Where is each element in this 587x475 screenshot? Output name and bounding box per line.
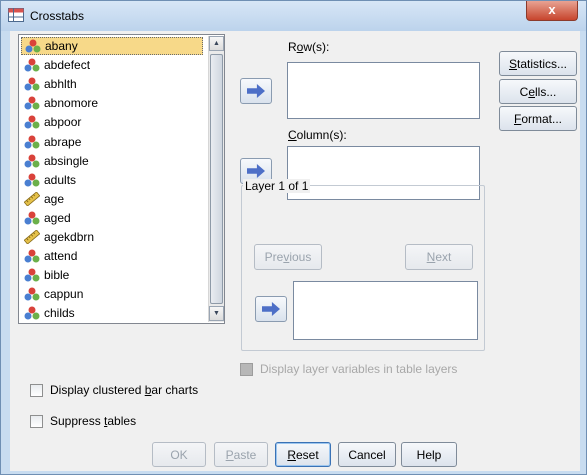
right-arrow-icon [262, 302, 280, 316]
variable-name: abany [45, 39, 78, 53]
variable-name: abrape [44, 134, 82, 149]
variable-name: abnomore [44, 96, 99, 111]
nominal-variable-icon [24, 249, 40, 263]
list-item[interactable]: abrape [21, 133, 203, 151]
statistics-button[interactable]: Statistics... [499, 51, 577, 76]
display-layer-vars-label: Display layer variables in table layers [260, 362, 458, 376]
nominal-variable-icon [24, 211, 40, 225]
variable-name: aged [44, 210, 71, 225]
variable-name: abdefect [44, 58, 91, 73]
reset-button[interactable]: Reset [275, 442, 331, 467]
scale-variable-icon [24, 230, 40, 244]
variable-name: bible [44, 268, 70, 283]
scrollbar-thumb[interactable] [210, 54, 223, 304]
list-item[interactable]: age [21, 190, 203, 208]
variable-name: absingle [44, 153, 89, 168]
list-item[interactable]: abpoor [21, 113, 203, 131]
crosstabs-icon [8, 8, 24, 22]
nominal-variable-icon [24, 77, 40, 91]
close-icon: x [548, 2, 556, 17]
suppress-tables-label: Suppress tables [50, 414, 137, 428]
nominal-variable-icon [24, 96, 40, 110]
list-item[interactable]: agekdbrn [21, 228, 203, 246]
ok-button[interactable]: OK [152, 442, 206, 467]
window-title: Crosstabs [30, 9, 85, 23]
right-arrow-icon [247, 84, 265, 98]
variable-name: attend [44, 249, 78, 264]
rows-label: Row(s): [288, 40, 330, 54]
layer-title: Layer 1 of 1 [243, 179, 311, 193]
vertical-scrollbar[interactable]: ▲ ▼ [208, 36, 224, 322]
list-item[interactable]: adults [21, 171, 203, 189]
variable-name: cappun [44, 287, 84, 302]
nominal-variable-icon [24, 268, 40, 282]
right-arrow-icon [247, 164, 265, 178]
crosstabs-dialog: Crosstabs x childs cappun bible attend agekd… [0, 0, 587, 475]
scroll-up-icon[interactable]: ▲ [209, 36, 224, 51]
help-button[interactable]: Help [401, 442, 457, 467]
layer-field[interactable] [293, 281, 478, 340]
nominal-variable-icon [24, 115, 40, 129]
list-item[interactable]: childs [21, 304, 203, 322]
list-item[interactable]: abnomore [21, 94, 203, 112]
clustered-bar-charts-label: Display clustered bar charts [50, 383, 199, 397]
variable-name: agekdbrn [44, 230, 95, 244]
nominal-variable-icon [24, 135, 40, 148]
suppress-tables-checkbox[interactable] [30, 415, 43, 428]
previous-button[interactable]: Pre v ious [254, 244, 322, 270]
list-item[interactable]: bible [21, 266, 203, 284]
variable-list[interactable]: childs cappun bible attend agekdbrn aged age ad… [18, 34, 225, 324]
nominal-variable-icon [24, 154, 40, 168]
cancel-button[interactable]: Cancel [338, 442, 396, 467]
list-item[interactable]: aged [21, 209, 203, 227]
title-bar[interactable]: Crosstabs x [1, 1, 586, 31]
paste-button[interactable]: Paste [214, 442, 268, 467]
rows-field[interactable] [287, 62, 480, 119]
display-layer-vars-checkbox[interactable] [240, 363, 253, 376]
move-to-rows-button[interactable] [240, 78, 272, 104]
format-button[interactable]: Format... [499, 106, 577, 131]
nominal-variable-icon [24, 58, 40, 72]
scroll-down-icon[interactable]: ▼ [209, 306, 224, 321]
nominal-variable-icon [24, 173, 40, 187]
list-item[interactable]: cappun [21, 285, 203, 303]
move-to-layer-button[interactable] [255, 296, 287, 322]
variable-name: childs [44, 306, 75, 321]
columns-label: Column(s): [288, 128, 347, 142]
nominal-variable-icon [24, 306, 40, 320]
list-item[interactable]: absingle [21, 152, 203, 170]
variable-name: age [44, 191, 65, 206]
list-item[interactable]: abdefect [21, 56, 203, 74]
clustered-bar-charts-checkbox[interactable] [30, 384, 43, 397]
nominal-variable-icon [25, 39, 41, 53]
variable-name: abhlth [44, 77, 77, 92]
close-button[interactable]: x [526, 1, 578, 21]
variable-name: adults [44, 172, 77, 187]
next-button[interactable]: Next [405, 244, 473, 270]
nominal-variable-icon [24, 287, 40, 301]
list-item[interactable]: attend [21, 247, 203, 265]
cells-button[interactable]: Ce lls... [499, 79, 577, 104]
list-item[interactable]: abany [21, 37, 203, 55]
list-item[interactable]: abhlth [21, 75, 203, 93]
scale-variable-icon [24, 191, 40, 206]
variable-name: abpoor [44, 115, 82, 130]
